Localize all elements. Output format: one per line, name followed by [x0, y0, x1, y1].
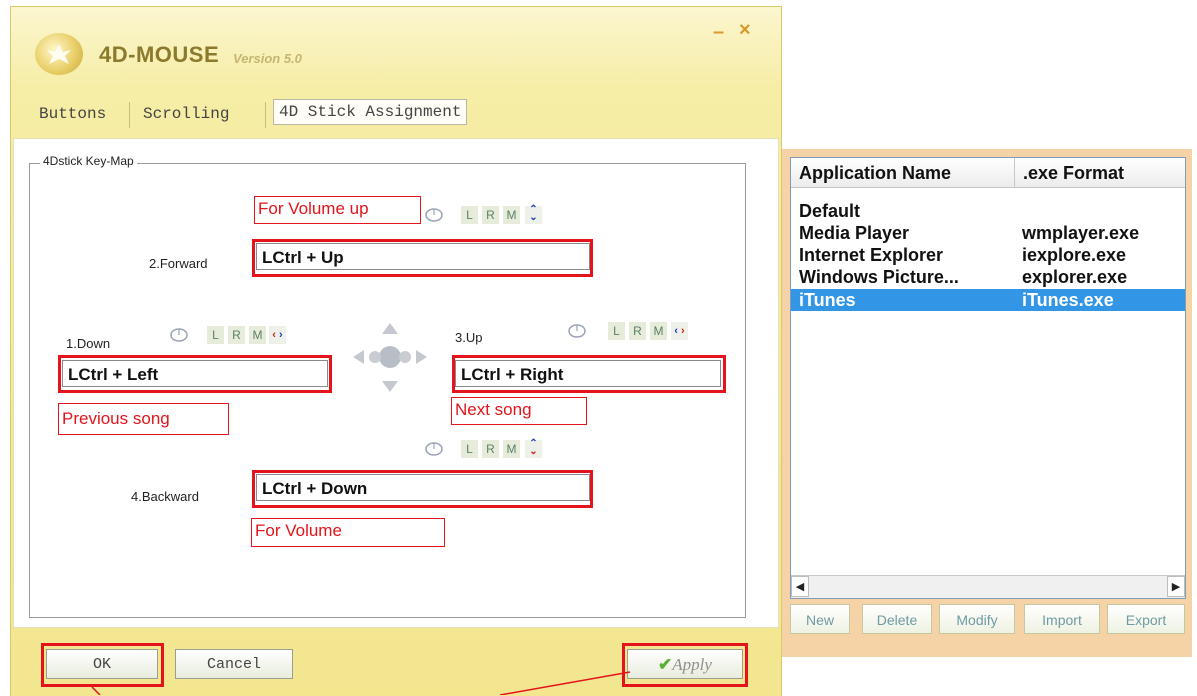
annotation-pointer-lines [91, 671, 631, 695]
app-name: iTunes [799, 290, 856, 310]
list-item[interactable]: Windows Picture... explorer.exe [791, 266, 1185, 288]
new-button[interactable]: New [790, 604, 850, 634]
export-button[interactable]: Export [1107, 604, 1185, 634]
app-exe: iexplore.exe [1022, 245, 1127, 265]
horizontal-scrollbar[interactable]: ◀ ▶ [791, 575, 1185, 598]
scroll-left-icon[interactable]: ◀ [791, 576, 809, 597]
column-header-application-name[interactable]: Application Name [791, 158, 1015, 188]
application-list[interactable]: Application Name .exe Format Default Med… [790, 157, 1186, 599]
app-name: Default [799, 201, 861, 221]
column-header-exe-format[interactable]: .exe Format [1015, 158, 1185, 188]
import-button[interactable]: Import [1024, 604, 1100, 634]
delete-button[interactable]: Delete [862, 604, 932, 634]
scroll-right-icon[interactable]: ▶ [1167, 576, 1185, 597]
modify-button[interactable]: Modify [939, 604, 1015, 634]
app-name: Media Player [799, 223, 910, 243]
list-item-selected[interactable]: iTunes iTunes.exe [791, 289, 1185, 311]
list-item[interactable]: Default [791, 200, 1185, 222]
list-item[interactable]: Internet Explorer iexplore.exe [791, 244, 1185, 266]
list-item[interactable]: Media Player wmplayer.exe [791, 222, 1185, 244]
application-panel: Application Name .exe Format Default Med… [782, 149, 1192, 657]
app-exe: iTunes.exe [1022, 290, 1114, 310]
app-exe: wmplayer.exe [1022, 223, 1140, 243]
app-name: Internet Explorer [799, 245, 944, 265]
app-exe: explorer.exe [1022, 267, 1128, 287]
app-name: Windows Picture... [799, 267, 959, 287]
